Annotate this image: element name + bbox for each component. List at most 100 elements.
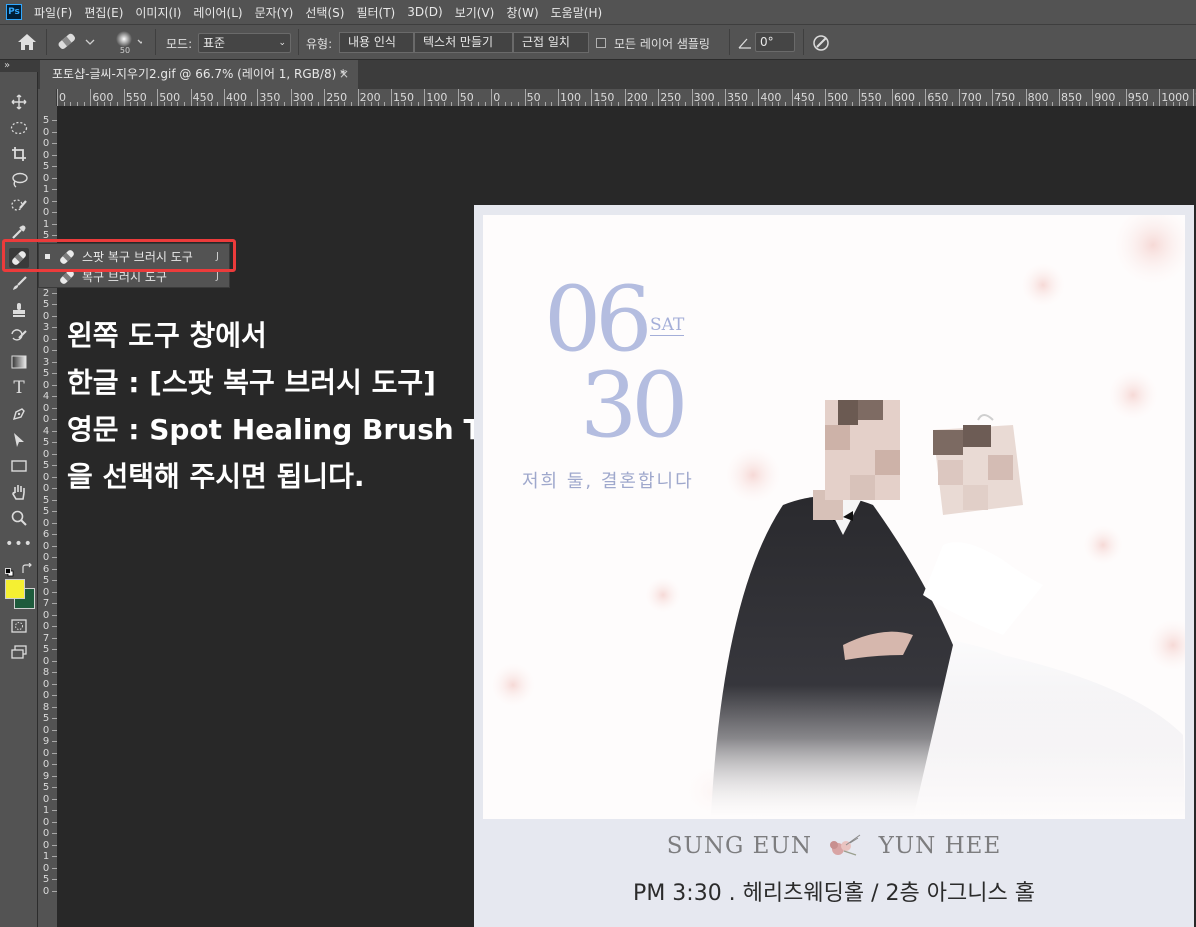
ruler-tick-label: 0 [42, 609, 50, 621]
more-tools-icon[interactable]: ••• [5, 534, 32, 554]
ruler-origin[interactable] [38, 89, 57, 106]
ruler-tick-label: 1 [42, 805, 50, 816]
document-tab[interactable]: 포토샵-글씨-지우기2.gif @ 66.7% (레이어 1, RGB/8) *… [40, 60, 358, 89]
ruler-tick [725, 89, 726, 106]
chevron-down-icon: ⌄ [278, 38, 286, 48]
screen-mode-icon[interactable] [9, 642, 29, 662]
quick-selection-tool-icon[interactable] [9, 196, 29, 216]
ruler-tick [123, 89, 125, 106]
swap-colors-icon[interactable] [21, 560, 33, 573]
date-day: 30 [580, 353, 689, 458]
ruler-tick [457, 89, 459, 106]
mode-select[interactable]: 표준 ⌄ [198, 33, 291, 53]
ruler-tick [491, 89, 493, 106]
ruler-tick-label: 0 [42, 149, 50, 161]
ruler-tick-label: 5 [42, 713, 50, 724]
menu-type[interactable]: 문자(Y) [249, 4, 300, 21]
pressure-size-icon[interactable] [812, 34, 830, 52]
ruler-tick-label: 0 [42, 839, 50, 851]
menu-help[interactable]: 도움말(H) [545, 4, 609, 21]
ruler-tick-label: 0 [42, 483, 50, 494]
ruler-tick [224, 89, 225, 106]
ruler-tick-label: 5 [42, 874, 50, 885]
ruler-tick-label: 3 [42, 322, 50, 333]
move-tool-icon[interactable] [9, 92, 29, 112]
ruler-tick-label: 5 [42, 506, 50, 517]
quick-mask-icon[interactable] [9, 616, 29, 636]
menu-edit[interactable]: 편집(E) [78, 4, 129, 21]
document-image: 06 30 SAT 저희 둘, 결혼합니다 SUNG EUN YUN HEE P… [474, 205, 1194, 927]
path-selection-tool-icon[interactable] [9, 430, 29, 450]
menu-layer[interactable]: 레이어(L) [187, 4, 248, 21]
lasso-tool-icon[interactable] [9, 170, 29, 190]
default-colors-icon[interactable] [5, 562, 14, 577]
tool-preset-picker[interactable] [56, 31, 96, 53]
type-tool-icon[interactable]: T [9, 378, 29, 398]
menu-image[interactable]: 이미지(I) [129, 4, 187, 21]
ruler-tick-label: 0 [42, 471, 50, 483]
ruler-tick-label: 1 [42, 218, 50, 230]
ruler-tick [357, 89, 359, 106]
sample-all-layers-checkbox[interactable] [596, 38, 606, 48]
divider [803, 29, 804, 55]
menu-select[interactable]: 선택(S) [299, 4, 350, 21]
photoshop-logo-icon: Ps [6, 4, 22, 20]
ruler-tick-label: 5 [42, 782, 50, 793]
hand-tool-icon[interactable] [9, 482, 29, 502]
pen-tool-icon[interactable] [9, 404, 29, 424]
ruler-tick [190, 89, 192, 106]
divider [46, 29, 47, 55]
clone-stamp-tool-icon[interactable] [9, 300, 29, 320]
ruler-tick-label: 0 [42, 678, 50, 690]
ruler-tick [758, 89, 760, 106]
mode-label: 모드: [166, 37, 193, 51]
ruler-tick-label: 5 [42, 299, 50, 310]
ruler-tick [992, 89, 994, 106]
home-icon[interactable] [17, 33, 37, 51]
marquee-tool-icon[interactable] [9, 118, 29, 138]
ruler-tick-label: 0 [42, 655, 50, 667]
menu-filter[interactable]: 필터(T) [350, 4, 401, 21]
ruler-tick [391, 89, 392, 106]
proximity-match-button[interactable]: 근접 일치 [513, 32, 589, 53]
menu-file[interactable]: 파일(F) [28, 4, 78, 21]
history-brush-tool-icon[interactable] [9, 326, 29, 346]
ruler-tick [524, 89, 526, 106]
ruler-tick-label: 0 [59, 91, 66, 104]
crop-tool-icon[interactable] [9, 144, 29, 164]
ruler-tick-label: 0 [42, 126, 50, 138]
angle-input[interactable]: 0° [755, 32, 795, 52]
tutorial-highlight-box [2, 239, 236, 272]
ruler-tick-label: 8 [42, 667, 50, 678]
create-texture-button[interactable]: 텍스처 만들기 [414, 32, 513, 53]
ruler-tick-label: 0 [42, 138, 50, 149]
rectangle-tool-icon[interactable] [9, 456, 29, 476]
ruler-tick [257, 89, 259, 106]
zoom-tool-icon[interactable] [9, 508, 29, 528]
menu-view[interactable]: 보기(V) [449, 4, 501, 21]
ruler-tick-label: 5 [42, 115, 50, 126]
foreground-color-swatch[interactable] [5, 579, 25, 599]
ruler-tick-label: 5 [42, 368, 50, 379]
menu-window[interactable]: 창(W) [500, 4, 544, 21]
horizontal-ruler: 0 600 550 500 450 400 350 300 250 200 150 100 50 0 50 1… [38, 89, 1196, 106]
ruler-tick-label: 5 [42, 644, 50, 655]
menu-3d[interactable]: 3D(D) [401, 5, 448, 19]
content-aware-button[interactable]: 내용 인식 [339, 32, 414, 53]
brush-tool-icon[interactable] [9, 274, 29, 294]
ruler-tick-label: 1 [42, 851, 50, 862]
ruler-tick [324, 89, 326, 106]
ruler-tick-label: 0 [42, 724, 50, 736]
ruler-tick [658, 89, 660, 106]
options-bar: 50 모드: 표준 ⌄ 유형: 내용 인식 텍스처 만들기 근접 일치 모든 레… [0, 24, 1196, 60]
gradient-tool-icon[interactable] [9, 352, 29, 372]
collapse-panel-icon[interactable]: » [4, 60, 10, 71]
flower-icon [830, 834, 861, 856]
instruction-line-1: 왼쪽 도구 창에서 [67, 319, 267, 352]
ruler-tick-label: 6 [42, 563, 50, 575]
ruler-tick-label: 4 [42, 425, 50, 437]
ruler-tick [1092, 89, 1094, 106]
ruler-tick [691, 89, 693, 106]
ruler-tick [1125, 89, 1127, 106]
close-icon[interactable]: × [339, 60, 349, 89]
